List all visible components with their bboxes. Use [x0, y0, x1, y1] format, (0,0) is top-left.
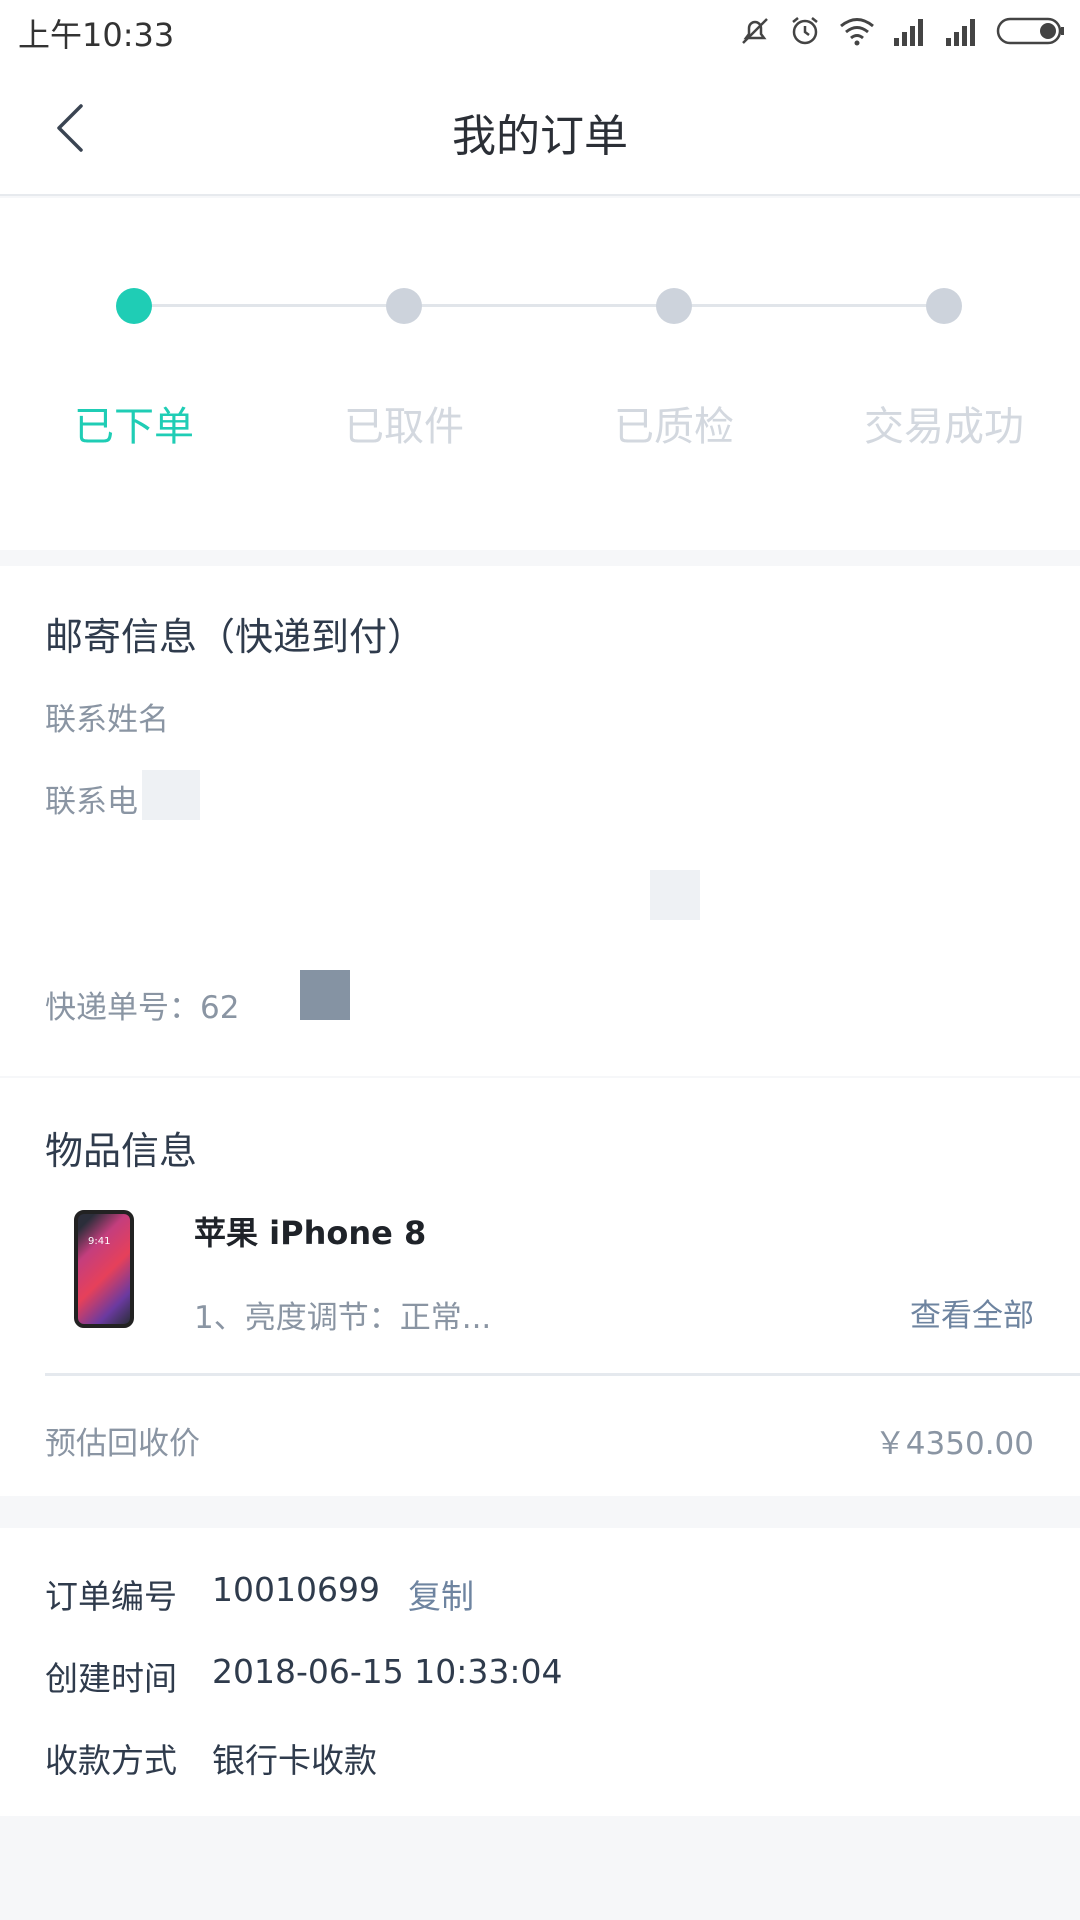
- battery-icon: [996, 16, 1066, 46]
- privacy-mask: [300, 970, 350, 1020]
- shipping-title: 邮寄信息（快递到付）: [45, 615, 426, 659]
- shipping-info-card: 邮寄信息（快递到付） 联系姓名 联系电 快递单号：62: [0, 566, 1080, 1076]
- wifi-icon: [838, 16, 876, 46]
- estimated-price-label: 预估回收价: [45, 1426, 200, 1462]
- mute-icon: [738, 14, 772, 48]
- privacy-mask: [650, 870, 700, 920]
- alarm-icon: [788, 14, 822, 48]
- product-image-time: 9:41: [88, 1236, 111, 1247]
- signal-icon: [944, 16, 980, 46]
- order-progress: 已下单 已取件 已质检 交易成功: [0, 198, 1080, 550]
- copy-button[interactable]: 复制: [408, 1570, 474, 1618]
- header-bar: 我的订单: [0, 62, 1080, 196]
- step-label-inspected: 已质检: [614, 404, 734, 450]
- order-details-card: 订单编号 10010699 复制 创建时间 2018-06-15 10:33:0…: [0, 1528, 1080, 1816]
- view-all-link[interactable]: 查看全部: [910, 1290, 1034, 1335]
- privacy-mask: [142, 770, 200, 820]
- contact-phone-label: 联系电: [45, 784, 138, 820]
- product-summary: 1、亮度调节：正常...: [194, 1300, 492, 1336]
- created-time-label: 创建时间: [45, 1659, 177, 1698]
- status-icons: [738, 12, 1066, 50]
- product-name: 苹果 iPhone 8: [194, 1214, 427, 1252]
- item-section-title: 物品信息: [45, 1129, 198, 1173]
- contact-name-label: 联系姓名: [45, 702, 169, 738]
- tracking-number: 快递单号：62: [45, 990, 240, 1026]
- step-dot-inspected: [656, 288, 692, 324]
- step-dot-ordered: [116, 288, 152, 324]
- step-label-completed: 交易成功: [864, 404, 1024, 450]
- order-number-value: 10010699: [212, 1570, 380, 1609]
- progress-line: [404, 304, 674, 307]
- payment-method-label: 收款方式: [45, 1741, 177, 1780]
- estimated-price-value: ￥4350.00: [874, 1426, 1034, 1462]
- payment-method-value: 银行卡收款: [212, 1741, 377, 1780]
- divider: [45, 1373, 1080, 1376]
- status-bar: 上午10:33: [0, 0, 1080, 62]
- step-dot-picked-up: [386, 288, 422, 324]
- step-label-picked-up: 已取件: [344, 404, 464, 450]
- product-image: 9:41: [74, 1210, 134, 1328]
- status-time: 上午10:33: [18, 16, 175, 54]
- page-title: 我的订单: [452, 111, 628, 162]
- step-dot-completed: [926, 288, 962, 324]
- signal-icon: [892, 16, 928, 46]
- progress-line: [134, 304, 404, 307]
- progress-line: [674, 304, 944, 307]
- created-time-value: 2018-06-15 10:33:04: [212, 1652, 563, 1691]
- step-label-ordered: 已下单: [74, 404, 194, 450]
- order-number-label: 订单编号: [45, 1577, 177, 1616]
